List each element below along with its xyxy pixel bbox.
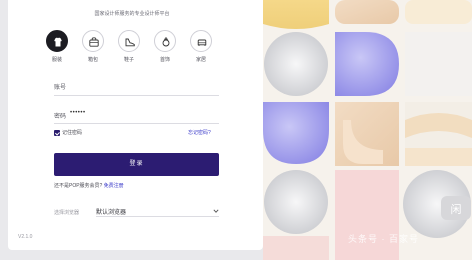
version-label: V2.1.0 xyxy=(18,234,33,240)
password-underline xyxy=(54,123,219,124)
register-link[interactable]: 免费注册 xyxy=(104,183,124,189)
login-button[interactable]: 登录 xyxy=(54,153,219,176)
page-subtitle: 国家设计师服务的专业设计师平台 xyxy=(94,11,170,17)
login-window: 国家设计师服务的专业设计师平台 服装 箱包 鞋子 首饰 家居 账号 密码 •••… xyxy=(0,0,472,260)
password-input[interactable]: •••••• xyxy=(70,110,86,116)
password-label: 密码 xyxy=(54,114,67,120)
register-prompt: 还不是POP服务会员? 免费注册 xyxy=(54,182,124,189)
jewelry-icon xyxy=(154,30,176,52)
shoe-icon xyxy=(118,30,140,52)
chevron-down-icon xyxy=(213,209,219,213)
watermark: 头条号 · 百家号 xyxy=(348,234,419,244)
register-question: 还不是POP服务会员? xyxy=(54,183,103,189)
forgot-password-link[interactable]: 忘记密码? xyxy=(188,129,211,136)
category-label: 鞋子 xyxy=(123,57,134,63)
category-label: 家居 xyxy=(195,57,206,63)
remember-label: 记住密码 xyxy=(62,130,83,136)
browser-select[interactable]: 默认浏览器 xyxy=(96,205,219,217)
category-label: 服装 xyxy=(51,57,62,63)
account-label: 账号 xyxy=(54,85,67,91)
category-selector: 服装 箱包 鞋子 首饰 家居 xyxy=(44,30,216,66)
decorative-artwork: 闲 xyxy=(263,0,472,260)
sofa-icon xyxy=(190,30,212,52)
category-label: 首饰 xyxy=(159,57,170,63)
svg-text:闲: 闲 xyxy=(451,202,462,216)
category-label: 箱包 xyxy=(87,57,98,63)
bag-icon xyxy=(82,30,104,52)
apparel-icon xyxy=(46,30,68,52)
account-input[interactable] xyxy=(54,95,219,96)
browser-label: 选择浏览器 xyxy=(54,210,80,216)
browser-value: 默认浏览器 xyxy=(96,210,127,216)
remember-checkbox[interactable] xyxy=(54,130,60,136)
